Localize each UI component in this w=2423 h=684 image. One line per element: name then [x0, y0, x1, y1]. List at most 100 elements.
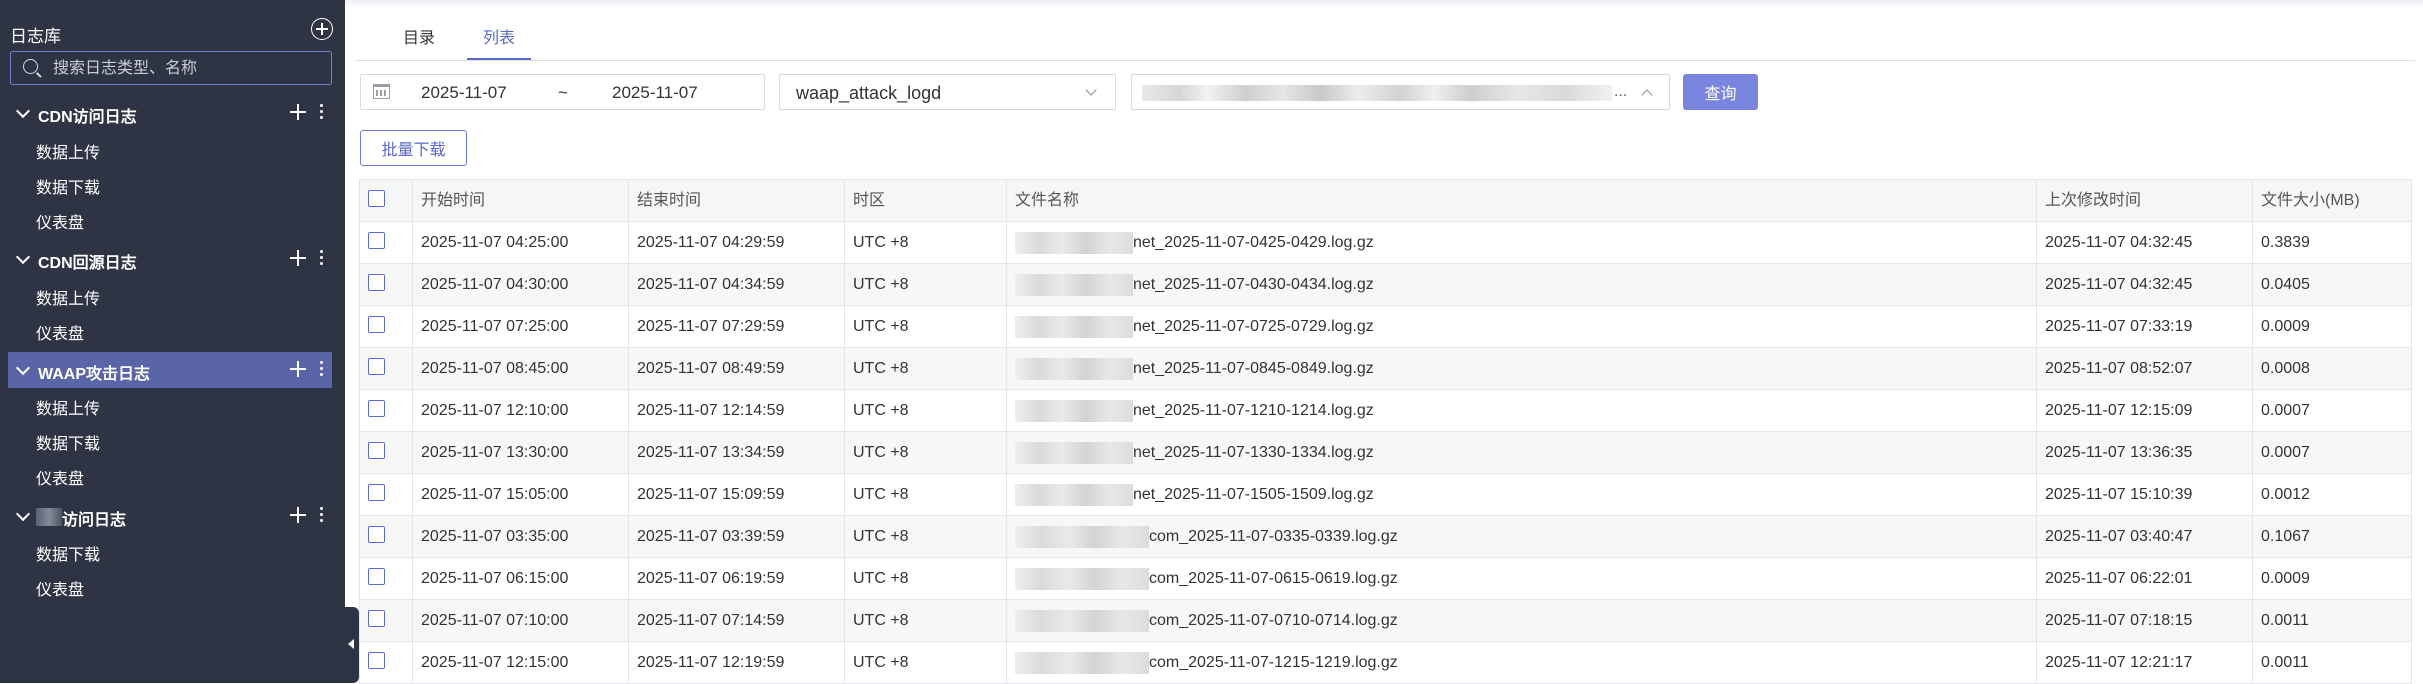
table-row[interactable]: 2025-11-07 07:10:00 2025-11-07 07:14:59 UT… — [360, 600, 2412, 642]
cell-start-time: 2025-11-07 07:25:00 — [413, 306, 629, 347]
cell-end-time: 2025-11-07 07:29:59 — [629, 306, 845, 347]
row-checkbox[interactable] — [368, 484, 385, 501]
file-name-text: com_2025-11-07-0710-0714.log.gz — [1149, 612, 1398, 629]
query-button[interactable]: 查询 — [1683, 74, 1758, 110]
row-select-cell — [360, 390, 413, 431]
table-row[interactable]: 2025-11-07 13:30:00 2025-11-07 13:34:59 UT… — [360, 432, 2412, 474]
col-timezone[interactable]: 时区 — [845, 180, 1007, 221]
cell-modified-time: 2025-11-07 04:32:45 — [2037, 222, 2253, 263]
row-checkbox[interactable] — [368, 274, 385, 291]
redacted-name — [36, 508, 62, 526]
cell-file-size: 0.0009 — [2253, 306, 2412, 347]
sidebar-item-dashboard[interactable]: 仪表盘 — [36, 320, 84, 344]
row-checkbox[interactable] — [368, 442, 385, 459]
chevron-down-icon — [15, 103, 31, 119]
date-start[interactable]: 2025-11-07 — [421, 83, 507, 103]
table-row[interactable]: 2025-11-07 15:05:00 2025-11-07 15:09:59 UT… — [360, 474, 2412, 516]
table-body: 2025-11-07 04:25:00 2025-11-07 04:29:59 UT… — [360, 222, 2412, 684]
cell-file-name: com_2025-11-07-0615-0619.log.gz — [1007, 558, 2037, 599]
group-access-log[interactable]: 访问日志 — [0, 498, 335, 534]
sidebar-item-dashboard[interactable]: 仪表盘 — [36, 576, 84, 600]
row-select-cell — [360, 432, 413, 473]
redacted-file-prefix — [1015, 567, 1149, 590]
select-all-checkbox[interactable] — [368, 190, 385, 207]
date-range-picker[interactable]: 2025-11-07 ~ 2025-11-07 — [360, 74, 765, 110]
row-checkbox[interactable] — [368, 526, 385, 543]
main-content: 目录 列表 2025-11-07 ~ 2025-11-07 waap_attac… — [345, 0, 2423, 684]
col-file-name[interactable]: 文件名称 — [1007, 180, 2037, 221]
col-start-time[interactable]: 开始时间 — [413, 180, 629, 221]
tab-list[interactable]: 列表 — [467, 24, 531, 60]
more-vertical-icon[interactable] — [320, 250, 324, 266]
table-row[interactable]: 2025-11-07 04:30:00 2025-11-07 04:34:59 UT… — [360, 264, 2412, 306]
domain-select[interactable]: ... — [1131, 74, 1670, 110]
group-cdn-origin[interactable]: CDN回源日志 — [0, 241, 335, 277]
date-end[interactable]: 2025-11-07 — [612, 83, 698, 103]
search-input[interactable] — [51, 56, 325, 82]
chevron-up-icon — [1641, 89, 1653, 101]
table-row[interactable]: 2025-11-07 12:15:00 2025-11-07 12:19:59 UT… — [360, 642, 2412, 684]
more-vertical-icon[interactable] — [320, 507, 324, 523]
file-name-text: net_2025-11-07-0725-0729.log.gz — [1133, 318, 1374, 335]
row-checkbox[interactable] — [368, 400, 385, 417]
sidebar-item-dashboard[interactable]: 仪表盘 — [36, 209, 84, 233]
plus-icon[interactable] — [290, 361, 306, 377]
plus-icon[interactable] — [290, 104, 306, 120]
table-row[interactable]: 2025-11-07 08:45:00 2025-11-07 08:49:59 UT… — [360, 348, 2412, 390]
group-label: CDN回源日志 — [38, 255, 137, 272]
redacted-file-prefix — [1015, 651, 1149, 674]
table-row[interactable]: 2025-11-07 07:25:00 2025-11-07 07:29:59 UT… — [360, 306, 2412, 348]
cell-modified-time: 2025-11-07 03:40:47 — [2037, 516, 2253, 557]
cell-end-time: 2025-11-07 04:29:59 — [629, 222, 845, 263]
cell-start-time: 2025-11-07 12:10:00 — [413, 390, 629, 431]
cell-file-name: com_2025-11-07-0710-0714.log.gz — [1007, 600, 2037, 641]
col-modified-time[interactable]: 上次修改时间 — [2037, 180, 2253, 221]
table-row[interactable]: 2025-11-07 03:35:00 2025-11-07 03:39:59 UT… — [360, 516, 2412, 558]
table-row[interactable]: 2025-11-07 12:10:00 2025-11-07 12:14:59 UT… — [360, 390, 2412, 432]
cell-start-time: 2025-11-07 04:30:00 — [413, 264, 629, 305]
row-checkbox[interactable] — [368, 316, 385, 333]
cell-end-time: 2025-11-07 06:19:59 — [629, 558, 845, 599]
sidebar-search[interactable] — [10, 51, 332, 85]
sidebar-item-upload[interactable]: 数据上传 — [36, 285, 100, 309]
cell-file-size: 0.0012 — [2253, 474, 2412, 515]
redacted-file-prefix — [1015, 483, 1133, 506]
plus-icon[interactable] — [290, 250, 306, 266]
row-checkbox[interactable] — [368, 568, 385, 585]
cell-modified-time: 2025-11-07 07:33:19 — [2037, 306, 2253, 347]
row-checkbox[interactable] — [368, 358, 385, 375]
log-type-select[interactable]: waap_attack_logd — [779, 74, 1116, 110]
tab-catalog[interactable]: 目录 — [399, 24, 439, 58]
row-checkbox[interactable] — [368, 652, 385, 669]
sidebar-item-download[interactable]: 数据下载 — [36, 430, 100, 454]
cell-timezone: UTC +8 — [845, 474, 1007, 515]
group-cdn-access[interactable]: CDN访问日志 — [0, 95, 335, 131]
cell-end-time: 2025-11-07 08:49:59 — [629, 348, 845, 389]
row-checkbox[interactable] — [368, 610, 385, 627]
sidebar-item-upload[interactable]: 数据上传 — [36, 395, 100, 419]
group-waap-attack[interactable]: WAAP攻击日志 — [8, 352, 332, 388]
sidebar-item-download[interactable]: 数据下载 — [36, 541, 100, 565]
group-label: WAAP攻击日志 — [38, 366, 151, 383]
table-row[interactable]: 2025-11-07 04:25:00 2025-11-07 04:29:59 UT… — [360, 222, 2412, 264]
cell-modified-time: 2025-11-07 08:52:07 — [2037, 348, 2253, 389]
cell-file-size: 0.0008 — [2253, 348, 2412, 389]
more-vertical-icon[interactable] — [320, 361, 324, 377]
col-end-time[interactable]: 结束时间 — [629, 180, 845, 221]
sidebar-item-download[interactable]: 数据下载 — [36, 174, 100, 198]
cell-modified-time: 2025-11-07 12:21:17 — [2037, 642, 2253, 683]
add-circle-icon[interactable] — [311, 18, 333, 40]
file-name-text: net_2025-11-07-0430-0434.log.gz — [1133, 276, 1374, 293]
cell-end-time: 2025-11-07 13:34:59 — [629, 432, 845, 473]
plus-icon[interactable] — [290, 507, 306, 523]
file-name-text: com_2025-11-07-1215-1219.log.gz — [1149, 654, 1398, 671]
table-row[interactable]: 2025-11-07 06:15:00 2025-11-07 06:19:59 UT… — [360, 558, 2412, 600]
row-checkbox[interactable] — [368, 232, 385, 249]
batch-download-button[interactable]: 批量下载 — [360, 130, 467, 166]
col-file-size[interactable]: 文件大小(MB) — [2253, 180, 2412, 221]
sidebar-item-upload[interactable]: 数据上传 — [36, 139, 100, 163]
sidebar-item-dashboard[interactable]: 仪表盘 — [36, 465, 84, 489]
redacted-file-prefix — [1015, 525, 1149, 548]
more-vertical-icon[interactable] — [320, 104, 324, 120]
cell-file-size: 0.1067 — [2253, 516, 2412, 557]
